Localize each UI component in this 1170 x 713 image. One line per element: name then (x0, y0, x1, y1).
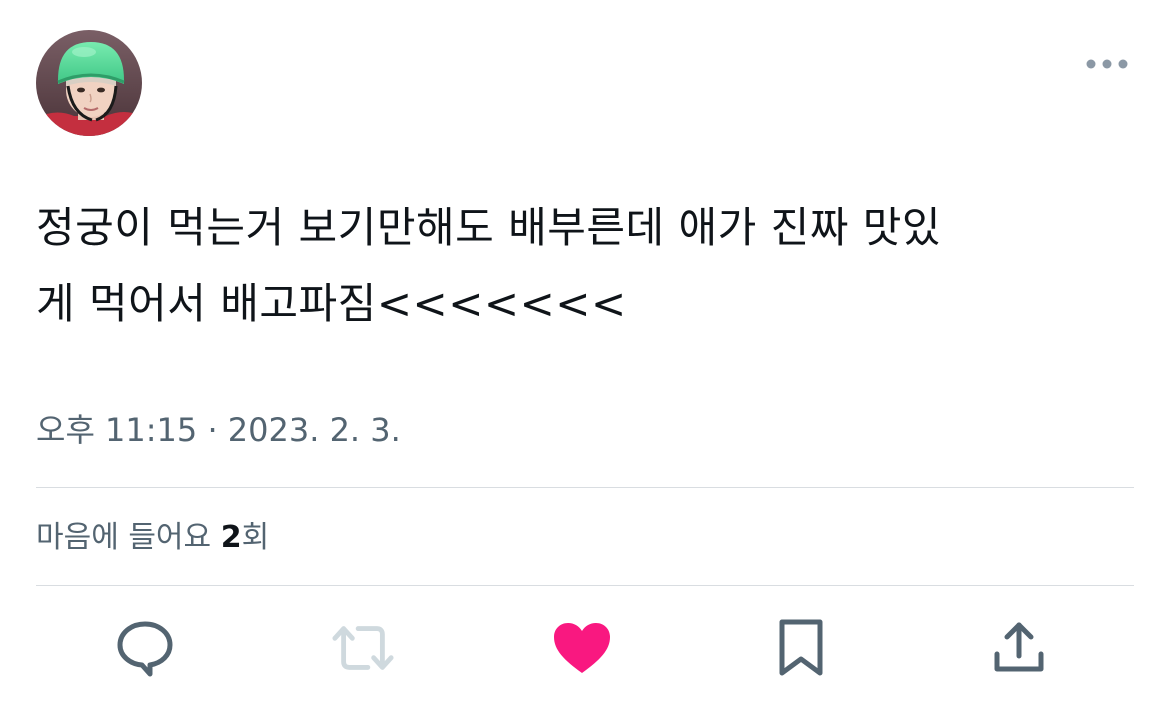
retweet-icon (332, 626, 394, 670)
likes-count: 2 (220, 520, 242, 555)
tweet-text: 정궁이 먹는거 보기만해도 배부른데 애가 진짜 맛있 게 먹어서 배고파짐<<… (36, 203, 942, 328)
bookmark-button[interactable] (769, 616, 833, 680)
more-horizontal-icon (1086, 59, 1128, 69)
retweet-button[interactable] (331, 616, 395, 680)
share-icon (994, 622, 1044, 672)
avatar-image (36, 30, 142, 136)
likes-label: 마음에 들어요 (36, 520, 221, 555)
heart-icon (554, 623, 610, 673)
likes-summary[interactable]: 마음에 들어요 2회 (36, 517, 269, 559)
reply-icon (117, 621, 173, 677)
like-button[interactable] (550, 616, 614, 680)
tweet-timestamp[interactable]: 오후 11:15 · 2023. 2. 3. (36, 408, 401, 452)
divider (36, 487, 1134, 488)
bookmark-icon (779, 619, 823, 676)
avatar[interactable] (36, 30, 142, 136)
more-options-button[interactable] (1082, 50, 1132, 78)
likes-unit: 회 (241, 520, 270, 555)
divider (36, 585, 1134, 586)
reply-button[interactable] (113, 616, 177, 680)
share-button[interactable] (987, 616, 1051, 680)
